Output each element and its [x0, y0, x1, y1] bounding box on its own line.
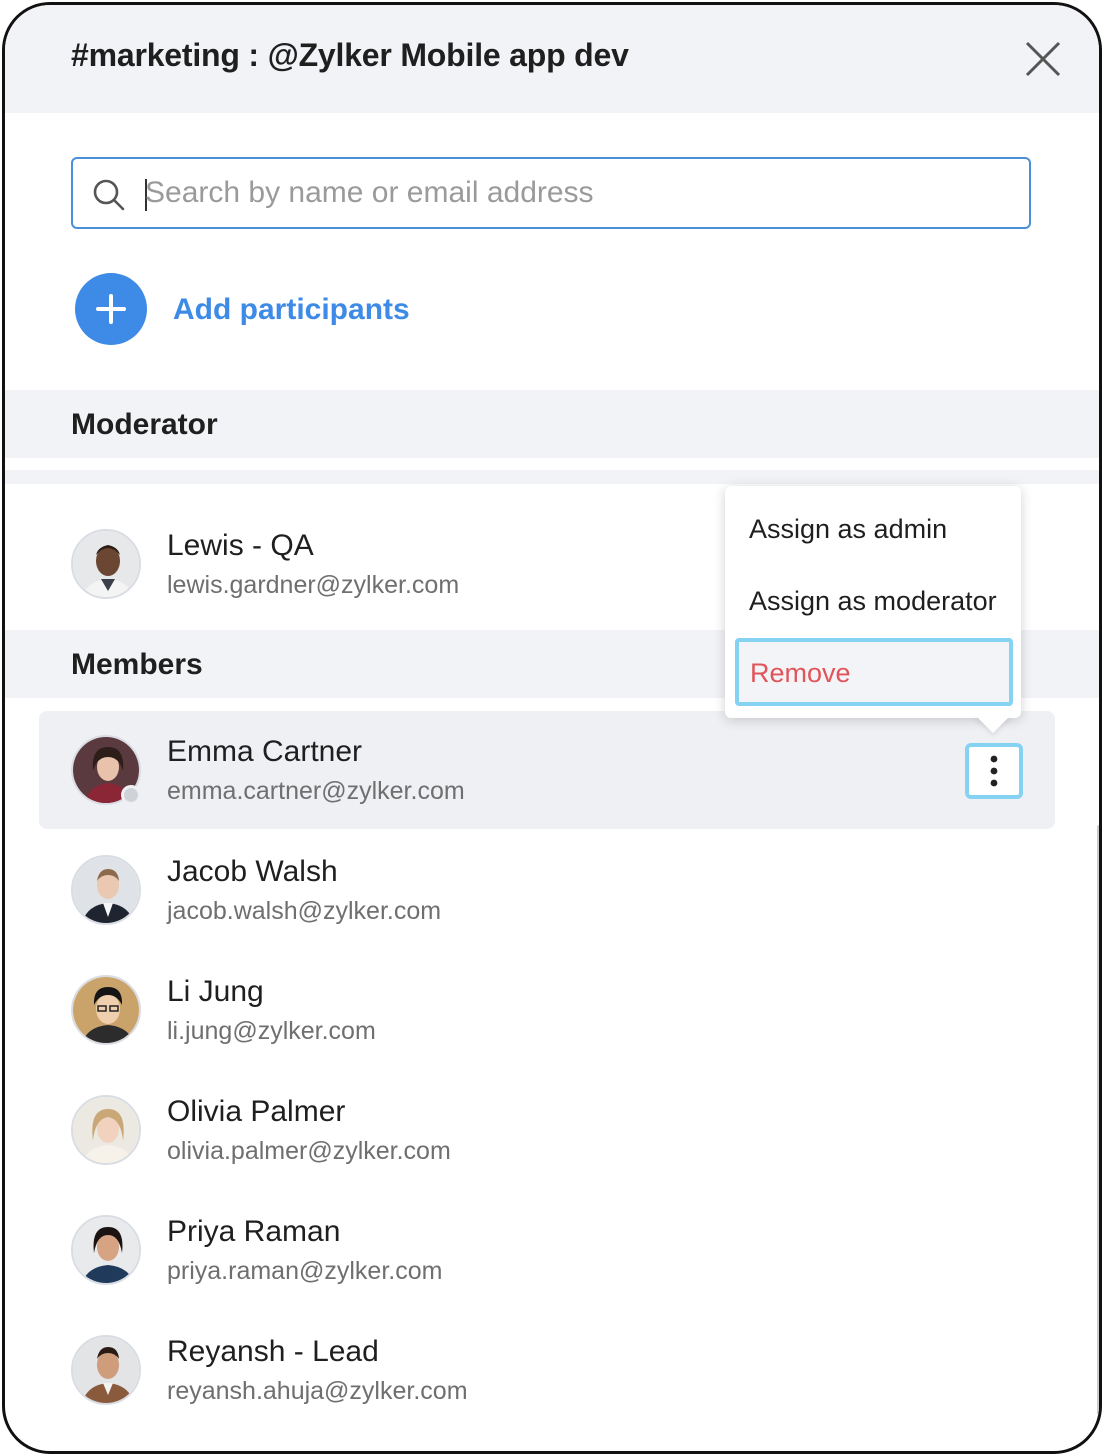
member-row[interactable]: Reyansh - Lead reyansh.ahuja@zylker.com — [39, 1311, 1055, 1429]
plus-icon — [96, 294, 126, 324]
avatar — [71, 855, 141, 925]
participants-dialog: #marketing : @Zylker Mobile app dev Add … — [2, 2, 1102, 1454]
avatar — [71, 1215, 141, 1285]
member-row[interactable]: Priya Raman priya.raman@zylker.com — [39, 1191, 1055, 1309]
member-email: priya.raman@zylker.com — [167, 1257, 443, 1285]
member-email: jacob.walsh@zylker.com — [167, 897, 442, 925]
member-name: Reyansh - Lead — [167, 1335, 379, 1368]
member-name: Priya Raman — [167, 1215, 341, 1248]
member-row-active[interactable]: Emma Cartner emma.cartner@zylker.com — [39, 711, 1055, 829]
assign-moderator-menu-item[interactable]: Assign as moderator — [749, 586, 997, 617]
add-participants-label: Add participants — [173, 293, 410, 326]
search-input[interactable] — [145, 169, 1005, 217]
member-email: lewis.gardner@zylker.com — [167, 571, 460, 599]
more-options-button[interactable] — [965, 743, 1023, 799]
presence-status-dot — [121, 785, 141, 805]
member-email: olivia.palmer@zylker.com — [167, 1137, 451, 1165]
avatar — [71, 529, 141, 599]
search-box — [71, 157, 1031, 229]
dialog-title: #marketing : @Zylker Mobile app dev — [71, 37, 629, 73]
avatar — [71, 1335, 141, 1405]
section-divider — [5, 470, 1099, 484]
close-button[interactable] — [1021, 37, 1065, 81]
search-icon — [93, 179, 125, 211]
members-section-label: Members — [71, 648, 203, 681]
member-context-menu: Assign as admin Assign as moderator Remo… — [725, 486, 1021, 718]
avatar — [71, 1095, 141, 1165]
member-email: li.jung@zylker.com — [167, 1017, 376, 1045]
menu-pointer — [975, 715, 1011, 733]
remove-menu-item[interactable]: Remove — [735, 638, 1013, 706]
member-row[interactable]: Olivia Palmer olivia.palmer@zylker.com — [39, 1071, 1055, 1189]
close-icon — [1025, 41, 1061, 77]
member-name: Li Jung — [167, 975, 264, 1008]
scrollbar[interactable] — [1097, 825, 1099, 1415]
moderator-section-label: Moderator — [71, 408, 218, 441]
member-email: reyansh.ahuja@zylker.com — [167, 1377, 468, 1405]
member-name: Olivia Palmer — [167, 1095, 346, 1128]
vertical-ellipsis-icon — [990, 755, 998, 787]
add-circle — [75, 273, 147, 345]
member-email: emma.cartner@zylker.com — [167, 777, 465, 805]
member-name: Emma Cartner — [167, 735, 363, 768]
moderator-section-header: Moderator — [5, 390, 1099, 458]
avatar — [71, 975, 141, 1045]
dialog-header: #marketing : @Zylker Mobile app dev — [5, 5, 1099, 113]
member-row[interactable]: Li Jung li.jung@zylker.com — [39, 951, 1055, 1069]
assign-admin-menu-item[interactable]: Assign as admin — [749, 514, 947, 545]
member-row[interactable]: Jacob Walsh jacob.walsh@zylker.com — [39, 831, 1055, 949]
member-name: Jacob Walsh — [167, 855, 338, 888]
member-name: Lewis - QA — [167, 529, 314, 562]
remove-label: Remove — [750, 658, 851, 688]
